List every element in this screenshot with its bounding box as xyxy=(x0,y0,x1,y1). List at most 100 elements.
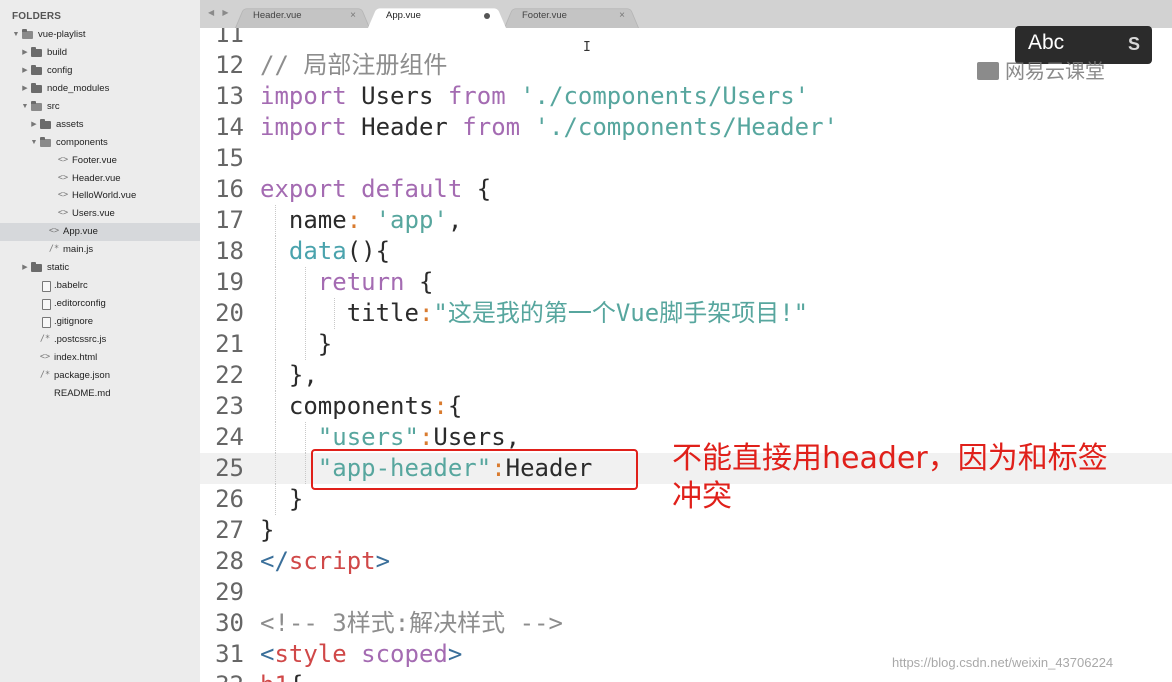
chevron-right-icon[interactable]: ▶ xyxy=(21,44,29,62)
close-icon[interactable]: × xyxy=(619,5,625,27)
code-token: <!-- 3样式:解决样式 --> xyxy=(260,609,563,637)
sidebar-item[interactable]: ▼ vue-playlist xyxy=(0,26,200,44)
code-token: > xyxy=(375,547,391,575)
indent-guide xyxy=(305,298,306,329)
code-token: export xyxy=(260,175,347,203)
code-token: title xyxy=(260,299,419,327)
code-token: { xyxy=(447,392,463,420)
sidebar-item-label: .postcssrc.js xyxy=(54,333,107,345)
url-watermark: https://blog.csdn.net/weixin_43706224 xyxy=(892,655,1114,670)
code-token: scoped xyxy=(361,640,448,668)
chevron-right-icon[interactable]: ▶ xyxy=(21,259,29,277)
code-line[interactable]: 30 <!-- 3样式:解决样式 --> xyxy=(200,608,1172,639)
code-line[interactable]: 32 h1{ xyxy=(200,670,1172,682)
code-line[interactable]: 28 </script> xyxy=(200,546,1172,577)
code-text: data(){ xyxy=(260,236,390,267)
line-number: 30 xyxy=(215,609,244,637)
code-text: <!-- 3样式:解决样式 --> xyxy=(260,608,563,639)
code-line[interactable]: 19 return { xyxy=(200,267,1172,298)
code-line[interactable]: 16 export default { xyxy=(200,174,1172,205)
line-number: 17 xyxy=(215,206,244,234)
sidebar-item[interactable]: .gitignore xyxy=(0,313,200,331)
sidebar-item[interactable]: <> App.vue xyxy=(0,223,200,242)
tab-nav-arrows[interactable]: ◀ ▶ xyxy=(208,8,232,17)
sidebar-item[interactable]: ▼ src xyxy=(0,98,200,116)
line-number: 18 xyxy=(215,237,244,265)
code-line[interactable]: 29 xyxy=(200,577,1172,608)
sidebar-item[interactable]: <> HelloWorld.vue xyxy=(0,187,200,205)
brand-logo-icon xyxy=(977,62,999,80)
indent-guide xyxy=(275,298,276,329)
code-line[interactable]: 14 import Header from './components/Heade… xyxy=(200,112,1172,143)
code-text: title:"这是我的第一个Vue脚手架项目!" xyxy=(260,298,808,329)
sidebar-item[interactable]: README.md xyxy=(0,385,200,403)
code-token: Users xyxy=(346,82,448,110)
code-line[interactable]: 17 name: 'app', xyxy=(200,205,1172,236)
code-token: Users, xyxy=(433,423,521,451)
code-token: }, xyxy=(260,361,318,389)
sidebar-item[interactable]: .editorconfig xyxy=(0,295,200,313)
code-token: 'app' xyxy=(375,206,448,234)
code-token: , xyxy=(447,206,463,234)
unsaved-dot-icon[interactable] xyxy=(484,13,490,19)
indent-guide xyxy=(275,329,276,360)
code-token: > xyxy=(447,640,463,668)
code-line[interactable]: 23 components:{ xyxy=(200,391,1172,422)
code-text: </script> xyxy=(260,546,390,577)
brand-text: 网易云课堂 xyxy=(1005,61,1105,83)
code-line[interactable]: 22 }, xyxy=(200,360,1172,391)
sidebar-item[interactable]: <> Header.vue xyxy=(0,170,200,188)
indent-guide xyxy=(275,360,276,391)
chevron-down-icon[interactable]: ▼ xyxy=(30,134,38,152)
sidebar-item[interactable]: ▶ static xyxy=(0,259,200,277)
code-line[interactable]: 15 xyxy=(200,143,1172,174)
chevron-down-icon[interactable]: ▼ xyxy=(12,26,20,44)
close-icon[interactable]: × xyxy=(350,5,356,27)
sidebar-item[interactable]: ▶ config xyxy=(0,62,200,80)
chevron-right-icon[interactable]: ▶ xyxy=(21,80,29,98)
sidebar-item[interactable]: /* package.json xyxy=(0,367,200,385)
line-number: 11 xyxy=(215,28,244,48)
sidebar-item-label: components xyxy=(56,136,108,148)
sidebar-item[interactable]: ▶ assets xyxy=(0,116,200,134)
code-token: < xyxy=(260,640,275,668)
code-file-icon: <> xyxy=(57,208,69,219)
code-line[interactable]: 21 } xyxy=(200,329,1172,360)
code-token: './components/Header' xyxy=(534,113,838,141)
sidebar-item[interactable]: ▶ node_modules xyxy=(0,80,200,98)
code-line[interactable]: 20 title:"这是我的第一个Vue脚手架项目!" xyxy=(200,298,1172,329)
chevron-down-icon[interactable]: ▼ xyxy=(21,98,29,116)
code-token: from xyxy=(447,82,506,110)
line-number: 22 xyxy=(215,361,244,389)
chevron-right-icon[interactable]: ▶ xyxy=(30,116,38,134)
tab-header-vue[interactable]: Header.vue × xyxy=(235,5,370,29)
tab-app-vue[interactable]: App.vue xyxy=(368,5,506,29)
sidebar-item[interactable]: /* main.js xyxy=(0,241,200,259)
sidebar-item[interactable]: <> Footer.vue xyxy=(0,152,200,170)
file-icon xyxy=(42,317,51,328)
code-editor[interactable]: 11 12 // 局部注册组件 13 import Users from './comp… xyxy=(200,28,1172,682)
sidebar-item-label: Footer.vue xyxy=(72,154,117,166)
sidebar-item[interactable]: ▶ build xyxy=(0,44,200,62)
tab-label: Header.vue xyxy=(253,10,302,21)
s-logo-icon: S xyxy=(1127,34,1140,54)
code-line[interactable]: 18 data(){ xyxy=(200,236,1172,267)
sidebar-item-label: .editorconfig xyxy=(54,298,106,310)
code-file-icon: <> xyxy=(57,172,69,183)
sidebar-item[interactable]: /* .postcssrc.js xyxy=(0,331,200,349)
sidebar-item[interactable]: <> Users.vue xyxy=(0,205,200,223)
brand-watermark: 网易云课堂 xyxy=(977,55,1105,84)
code-line[interactable]: 13 import Users from './components/Users' xyxy=(200,81,1172,112)
code-line[interactable]: 27} xyxy=(200,515,1172,546)
chevron-right-icon[interactable]: ▶ xyxy=(21,62,29,80)
code-token: data xyxy=(288,237,347,265)
sidebar-item[interactable]: <> index.html xyxy=(0,349,200,367)
sidebar-item[interactable]: ▼ components xyxy=(0,134,200,152)
sidebar-item[interactable]: .babelrc xyxy=(0,277,200,295)
line-number: 19 xyxy=(215,268,244,296)
tab-footer-vue[interactable]: Footer.vue × xyxy=(504,5,639,29)
